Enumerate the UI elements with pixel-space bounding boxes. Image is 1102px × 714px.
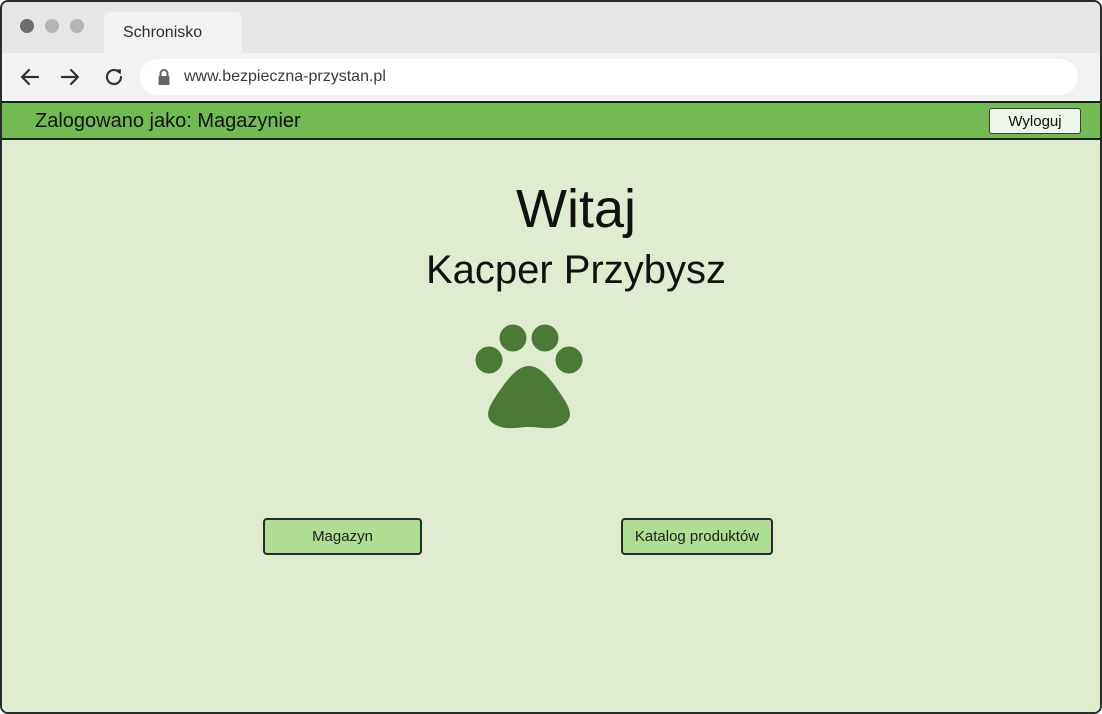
logout-button[interactable]: Wyloguj [989, 108, 1081, 134]
paw-icon [472, 322, 586, 430]
browser-tab[interactable]: Schronisko [104, 12, 242, 53]
tab-strip: Schronisko [2, 2, 1100, 53]
greeting-title: Witaj [516, 179, 636, 239]
window-close-dot[interactable] [20, 19, 34, 33]
app-header: Zalogowano jako: Magazynier Wyloguj [2, 101, 1100, 140]
product-catalog-button[interactable]: Katalog produktów [621, 518, 773, 555]
reload-icon[interactable] [102, 65, 126, 89]
tab-title: Schronisko [123, 24, 203, 41]
window-minimize-dot[interactable] [45, 19, 59, 33]
window-maximize-dot[interactable] [70, 19, 84, 33]
address-bar[interactable]: www.bezpieczna-przystan.pl [140, 59, 1078, 95]
back-arrow-icon[interactable] [18, 65, 42, 89]
login-info: Zalogowano jako: Magazynier [35, 110, 301, 132]
warehouse-button[interactable]: Magazyn [263, 518, 422, 555]
forward-arrow-icon[interactable] [58, 65, 82, 89]
browser-window: Schronisko www.bezpieczna-przystan.pl Za… [0, 0, 1102, 714]
main-content: Witaj Kacper Przybysz Magazyn Katalog pr… [2, 140, 1100, 712]
lock-icon [157, 68, 171, 86]
browser-toolbar: www.bezpieczna-przystan.pl [2, 53, 1100, 101]
url-text: www.bezpieczna-przystan.pl [184, 68, 386, 85]
user-name: Kacper Przybysz [425, 248, 727, 292]
